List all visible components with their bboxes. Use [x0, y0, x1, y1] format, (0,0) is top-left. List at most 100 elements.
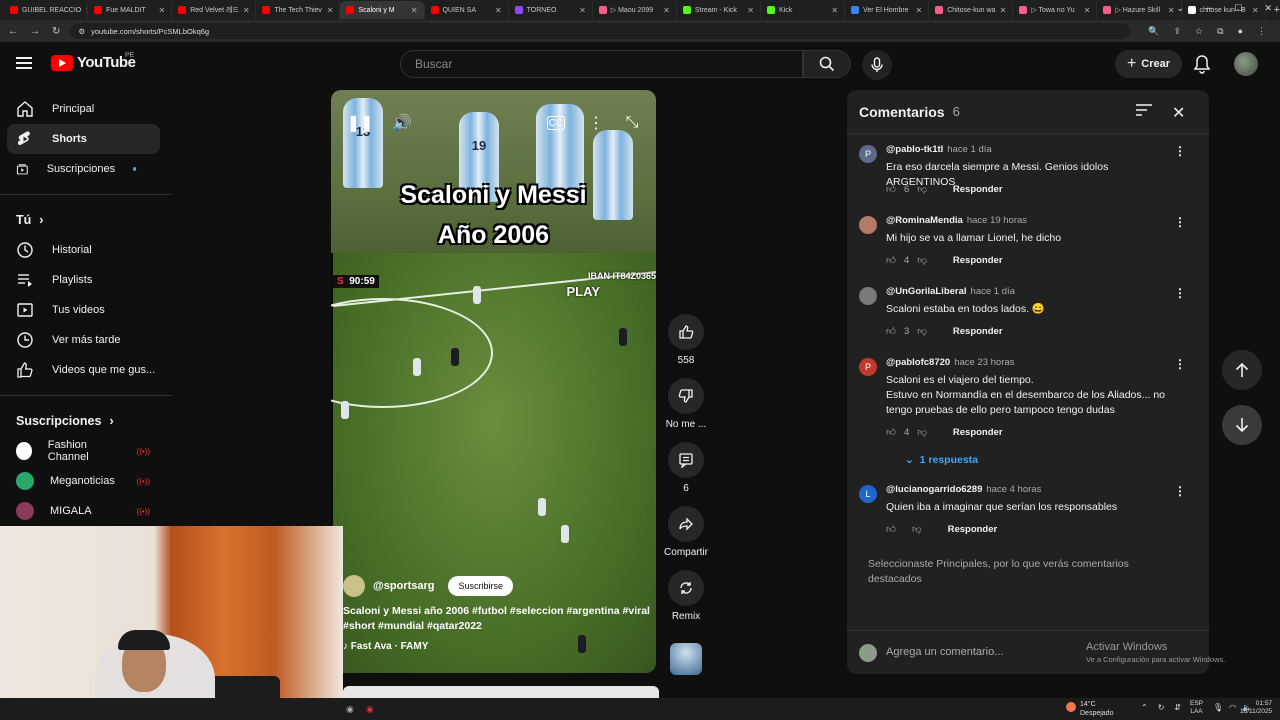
- extensions-icon[interactable]: ⧉: [1217, 26, 1223, 37]
- comment-author[interactable]: @RominaMendia: [886, 215, 963, 226]
- next-short-button[interactable]: [1222, 405, 1262, 445]
- close-tab-icon[interactable]: ✕: [916, 6, 923, 15]
- subscribe-button[interactable]: Suscribirse: [448, 576, 513, 596]
- comment-like-icon[interactable]: 👍︎: [886, 325, 896, 337]
- youtube-logo[interactable]: YouTube PE: [51, 52, 136, 71]
- browser-tab[interactable]: ▷ Maou 2099 ✕: [593, 1, 677, 19]
- comment-more-icon[interactable]: ⋮: [1174, 286, 1186, 300]
- fullscreen-icon[interactable]: ⤡: [621, 112, 643, 134]
- comment-dislike-icon[interactable]: 👎︎: [917, 426, 927, 438]
- comment-like-icon[interactable]: 👍︎: [886, 183, 896, 195]
- shorts-video-player[interactable]: 13 19 ❚❚ 🔊 CC ⋮ ⤡ Scaloni y Messi Año 20…: [331, 90, 656, 673]
- subscriptions-section-heading[interactable]: Suscripciones ›: [0, 406, 172, 436]
- comment-dislike-icon[interactable]: 👎︎: [917, 183, 927, 195]
- back-icon[interactable]: ←: [8, 26, 18, 37]
- next-short-preview[interactable]: [343, 686, 659, 698]
- close-comments-icon[interactable]: ✕: [1172, 103, 1185, 123]
- bookmark-star-icon[interactable]: ☆: [1195, 26, 1203, 37]
- close-window-icon[interactable]: ✕: [1264, 3, 1272, 14]
- notifications-button[interactable]: [1193, 54, 1211, 77]
- like-button[interactable]: [668, 314, 704, 350]
- commenter-avatar[interactable]: P: [859, 145, 877, 163]
- share-button[interactable]: [668, 506, 704, 542]
- forward-icon[interactable]: →: [30, 26, 40, 37]
- close-tab-icon[interactable]: ✕: [1168, 6, 1175, 15]
- comment-dislike-icon[interactable]: 👎︎: [912, 523, 922, 535]
- reply-button[interactable]: Responder: [953, 326, 1003, 337]
- comment-author[interactable]: @pablo-tk1tl: [886, 144, 943, 155]
- sidebar-item-subscriptions[interactable]: Suscripciones: [7, 154, 160, 184]
- tray-chevron-icon[interactable]: ⌃: [1141, 703, 1148, 712]
- comment-author[interactable]: @lucianogarrido6289: [886, 484, 982, 495]
- browser-tab[interactable]: Scaloni y M ✕: [340, 1, 425, 19]
- search-input[interactable]: Buscar: [400, 50, 803, 78]
- reply-button[interactable]: Responder: [948, 524, 998, 535]
- browser-tab[interactable]: TORNEO ✕: [509, 1, 593, 19]
- close-tab-icon[interactable]: ✕: [327, 6, 334, 15]
- subscription-channel[interactable]: Meganoticias ((•)): [0, 466, 172, 496]
- close-tab-icon[interactable]: ✕: [411, 6, 418, 15]
- site-info-icon[interactable]: ⚙: [78, 27, 85, 36]
- channel-avatar[interactable]: [343, 575, 365, 597]
- minimize-icon[interactable]: ─: [1206, 3, 1212, 14]
- reply-button[interactable]: Responder: [953, 255, 1003, 266]
- close-tab-icon[interactable]: ✕: [1084, 6, 1091, 15]
- sidebar-item-liked-videos[interactable]: Videos que me gus...: [7, 355, 160, 385]
- url-field[interactable]: ⚙ youtube.com/shorts/PcSMLbOkq6g: [70, 23, 1131, 39]
- create-button[interactable]: + Crear: [1115, 50, 1182, 78]
- system-clock[interactable]: 01:57 15/11/2025: [1240, 700, 1272, 716]
- browser-tab[interactable]: Fue MALDIT ✕: [88, 1, 173, 19]
- view-replies-button[interactable]: ⌄ 1 respuesta: [905, 454, 978, 466]
- you-section-heading[interactable]: Tú ›: [0, 205, 172, 235]
- dislike-button[interactable]: [668, 378, 704, 414]
- comment-more-icon[interactable]: ⋮: [1174, 215, 1186, 229]
- comment-like-icon[interactable]: 👍︎: [886, 426, 896, 438]
- subscription-channel[interactable]: Fashion Channel ((•)): [0, 436, 172, 466]
- commenter-avatar[interactable]: P: [859, 358, 877, 376]
- volume-icon[interactable]: 🔊: [391, 112, 413, 134]
- reload-icon[interactable]: ↻: [52, 26, 60, 37]
- comment-more-icon[interactable]: ⋮: [1174, 357, 1186, 371]
- taskbar-app-icon[interactable]: ◉: [346, 704, 354, 715]
- weather-widget[interactable]: 14°C Despejado: [1066, 700, 1113, 718]
- tray-sync-icon[interactable]: ↻: [1158, 703, 1165, 712]
- sidebar-item-watch-later[interactable]: Ver más tarde: [7, 325, 160, 355]
- new-tab-button[interactable]: +: [1274, 4, 1280, 16]
- account-avatar[interactable]: [1234, 52, 1258, 76]
- comment-more-icon[interactable]: ⋮: [1174, 144, 1186, 158]
- comment-input[interactable]: Agrega un comentario...: [886, 646, 1003, 658]
- maximize-icon[interactable]: ☐: [1234, 3, 1242, 14]
- mic-tray-icon[interactable]: 🎙: [1213, 703, 1223, 712]
- close-tab-icon[interactable]: ✕: [747, 6, 754, 15]
- commenter-avatar[interactable]: L: [859, 485, 877, 503]
- sidebar-item-home[interactable]: Principal: [7, 94, 160, 124]
- close-tab-icon[interactable]: ✕: [663, 6, 670, 15]
- commenter-avatar[interactable]: [859, 287, 877, 305]
- remix-button[interactable]: [668, 570, 704, 606]
- close-tab-icon[interactable]: ✕: [243, 6, 250, 15]
- subscription-channel[interactable]: MIGALA ((•)): [0, 496, 172, 526]
- sidebar-item-history[interactable]: Historial: [7, 235, 160, 265]
- sidebar-item-your-videos[interactable]: Tus videos: [7, 295, 160, 325]
- comment-like-icon[interactable]: 👍︎: [886, 523, 896, 535]
- browser-tab[interactable]: Red Velvet 레드 ✕: [172, 1, 257, 19]
- tab-search-icon[interactable]: ⌄: [1176, 3, 1184, 14]
- browser-tab[interactable]: Stream - Kick ✕: [677, 1, 761, 19]
- comment-author[interactable]: @UnGorilaLiberal: [886, 286, 967, 297]
- close-tab-icon[interactable]: ✕: [579, 6, 586, 15]
- music-credit[interactable]: ♪ Fast Ava · FAMY: [343, 641, 428, 652]
- close-tab-icon[interactable]: ✕: [159, 6, 166, 15]
- reply-button[interactable]: Responder: [953, 427, 1003, 438]
- comment-author[interactable]: @pablofc8720: [886, 357, 950, 368]
- browser-tab[interactable]: ▷ Hazure Skill ✕: [1097, 1, 1182, 19]
- browser-tab[interactable]: The Tech Thiev ✕: [256, 1, 341, 19]
- close-tab-icon[interactable]: ✕: [831, 6, 838, 15]
- zoom-icon[interactable]: 🔍: [1148, 26, 1159, 37]
- wifi-icon[interactable]: ◠: [1229, 703, 1236, 712]
- sort-comments-button[interactable]: [1136, 104, 1152, 119]
- video-description[interactable]: Scaloni y Messi año 2006 #futbol #selecc…: [343, 604, 653, 634]
- commenter-avatar[interactable]: [859, 216, 877, 234]
- share-page-icon[interactable]: ⇪: [1174, 26, 1182, 37]
- comments-button[interactable]: [668, 442, 704, 478]
- language-indicator[interactable]: ESP LAA: [1190, 700, 1203, 716]
